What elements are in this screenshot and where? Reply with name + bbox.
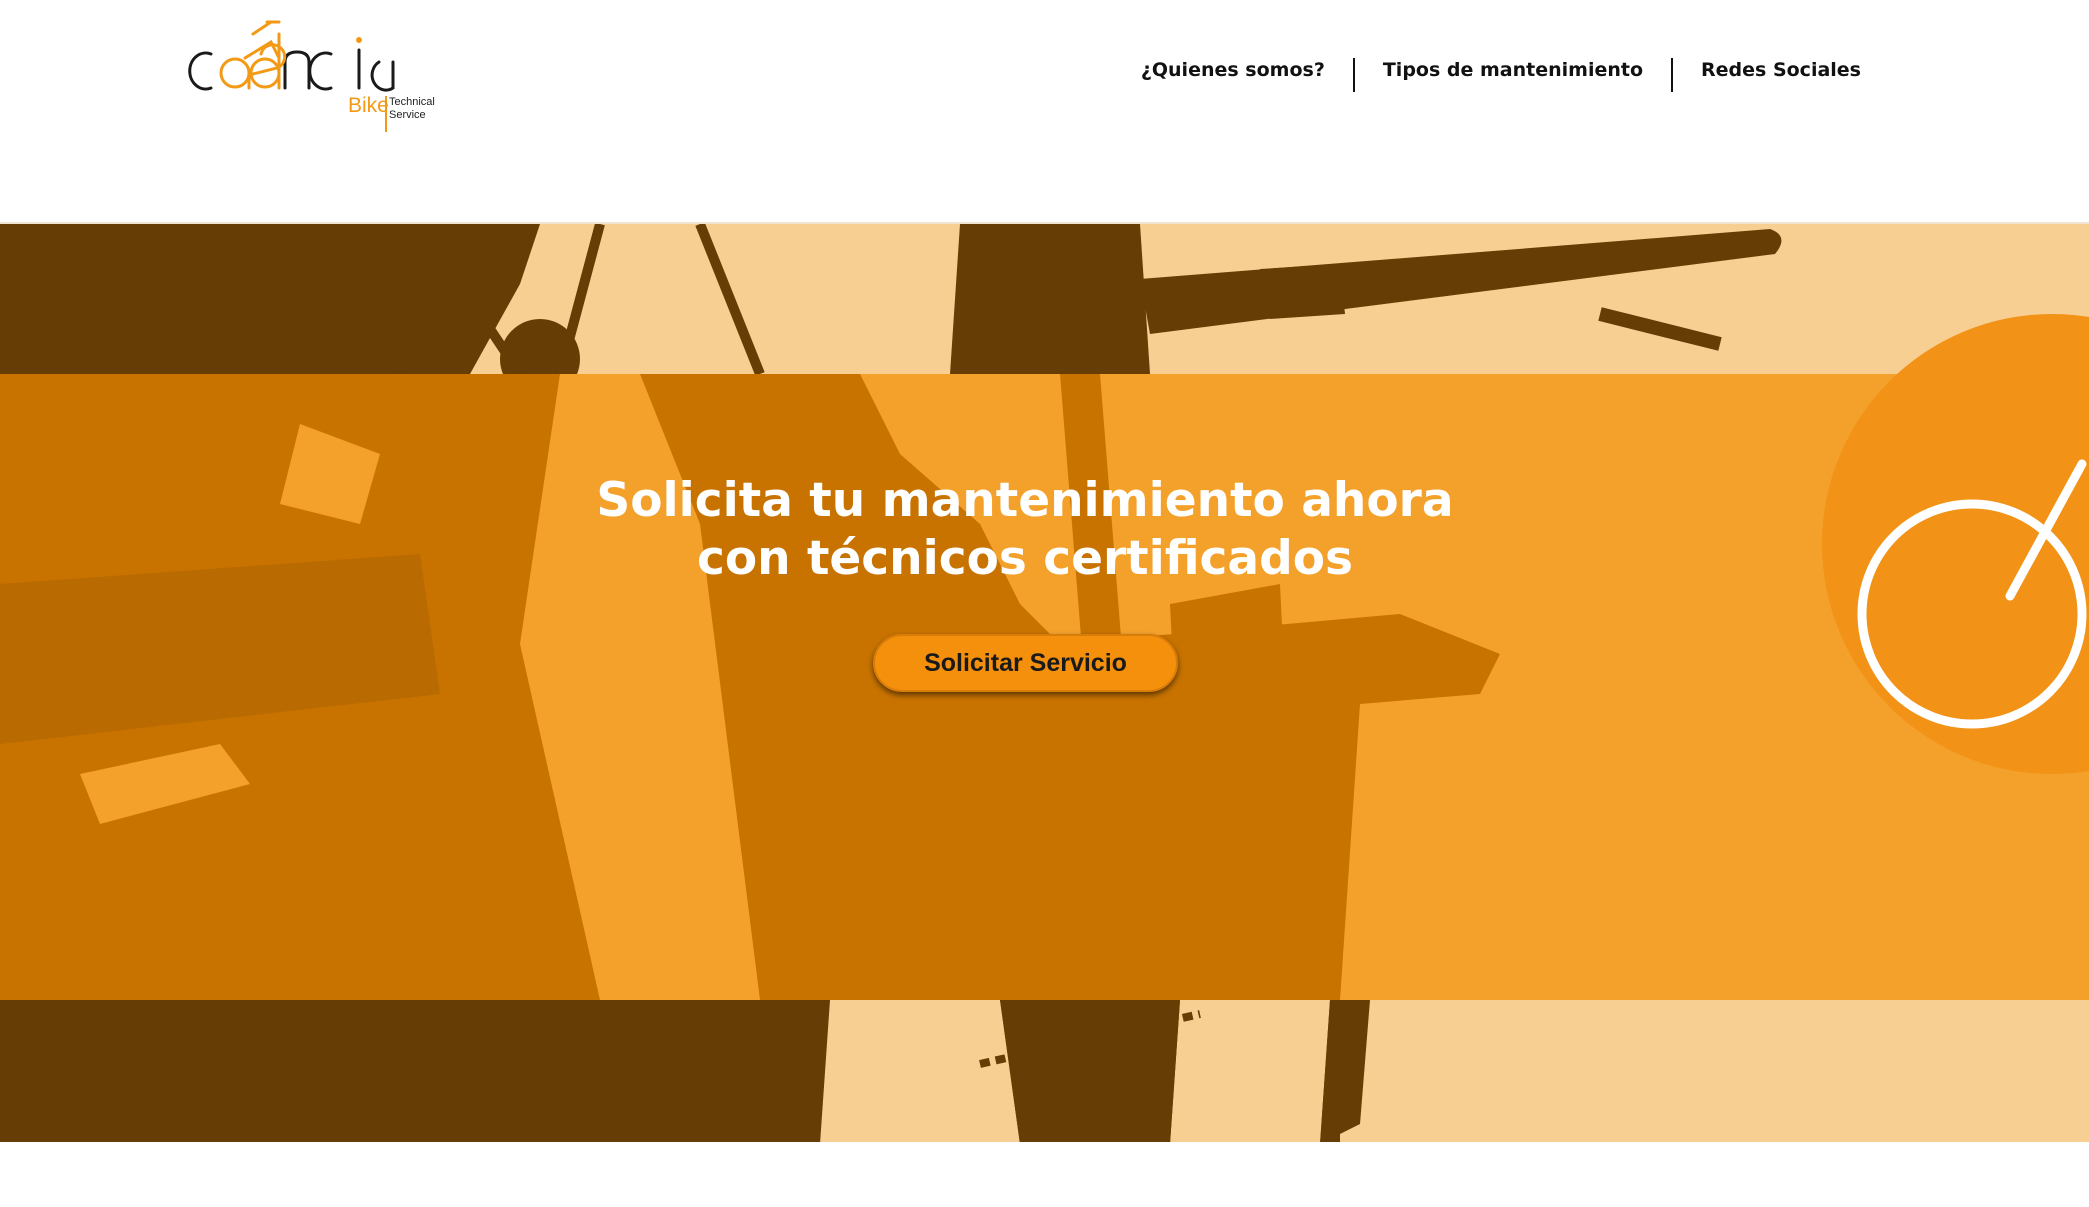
brand-sub-bike: Bike — [348, 94, 389, 117]
hero-headline: Solicita tu mantenimiento ahora con técn… — [520, 472, 1530, 588]
brand-sub-technical: Technical Service — [389, 96, 435, 121]
hero-content: Solicita tu mantenimiento ahora con técn… — [0, 224, 2089, 1142]
brand-divider — [385, 96, 387, 132]
bicycle-wheel-icon — [1822, 314, 2089, 774]
nav-divider — [1352, 58, 1355, 92]
hero-banner: Solicita tu mantenimiento ahora con técn… — [0, 222, 2089, 1142]
hero-headline-line2: con técnicos certificados — [696, 531, 1354, 586]
hero-headline-line1: Solicita tu mantenimiento ahora — [596, 473, 1454, 528]
nav-item-quienes-somos[interactable]: ¿Quienes somos? — [1141, 59, 1325, 81]
site-header: Bike Technical Service ¿Quienes somos? T… — [0, 0, 2089, 222]
solicitar-servicio-button[interactable]: Solicitar Servicio — [873, 634, 1178, 692]
nav-divider — [1671, 58, 1674, 92]
nav-item-tipos-mantenimiento[interactable]: Tipos de mantenimiento — [1383, 59, 1643, 81]
brand-logo[interactable]: Bike Technical Service — [183, 14, 443, 132]
main-nav: ¿Quienes somos? Tipos de mantenimiento R… — [1141, 48, 1861, 92]
nav-item-redes-sociales[interactable]: Redes Sociales — [1701, 59, 1861, 81]
